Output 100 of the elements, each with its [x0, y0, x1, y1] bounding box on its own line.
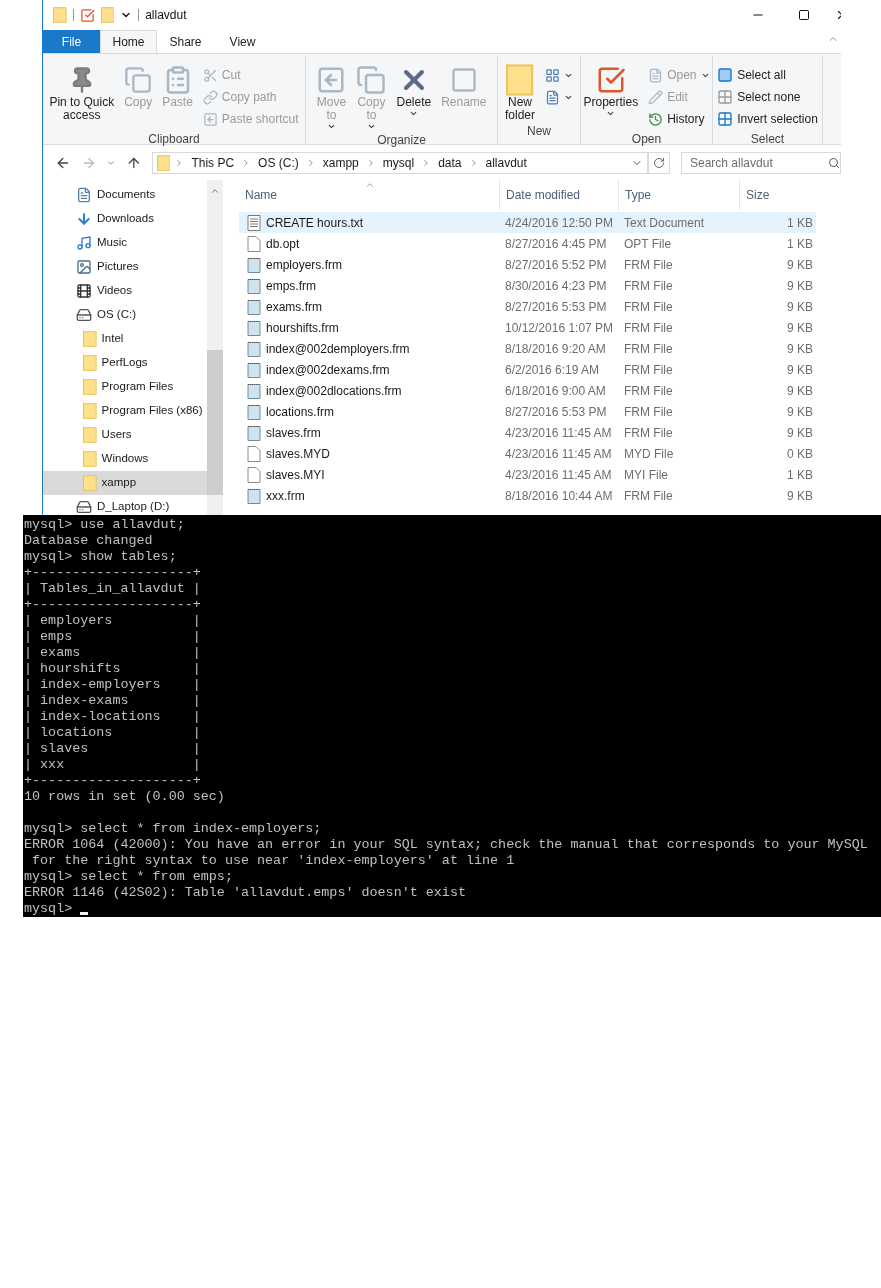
ribbon-button[interactable]: History [644, 108, 714, 130]
file-name: locations.frm [266, 403, 335, 421]
window-title: allavdut [145, 7, 187, 24]
nav-item[interactable]: Program Files (x86) [43, 399, 207, 423]
breadcrumb-item[interactable]: OS (C:) [255, 153, 302, 172]
file-row[interactable]: exams.frm 8/27/2016 5:53 PM FRM File 9 KB [239, 296, 816, 317]
folder-icon [83, 379, 97, 395]
file-row[interactable]: slaves.MYI 4/23/2016 11:45 AM MYI File 1 KB [239, 464, 816, 485]
file-row[interactable]: slaves.MYD 4/23/2016 11:45 AM MYD File 0 KB [239, 443, 816, 464]
file-row[interactable]: emps.frm 8/30/2016 4:23 PM FRM File 9 KB [239, 275, 816, 296]
ribbon-tab[interactable]: View [214, 30, 271, 53]
nav-item[interactable]: Users [43, 423, 207, 447]
terminal-line: +--------------------+ [24, 565, 201, 581]
breadcrumb-item[interactable]: xampp [319, 153, 362, 172]
file-row[interactable]: xxx.frm 8/18/2016 10:44 AM FRM File 9 KB [239, 485, 816, 506]
easy-access-icon [545, 89, 560, 105]
download-icon [76, 211, 92, 227]
file-name: index@002demployers.frm [266, 340, 410, 358]
column-header[interactable]: Type [618, 180, 739, 210]
terminal-line: mysql> show tables; [24, 549, 177, 565]
terminal-line: | locations | [24, 725, 201, 741]
terminal-line: | hourshifts | [24, 661, 201, 677]
nav-item[interactable]: Videos [43, 279, 207, 303]
blank-file-icon [247, 445, 261, 462]
file-tab[interactable]: File [43, 30, 100, 53]
nav-item[interactable]: Downloads [43, 207, 207, 231]
ribbon-tab[interactable]: Home [100, 30, 157, 53]
nav-item[interactable]: Music [43, 231, 207, 255]
nav-item[interactable]: D_Laptop (D:) [43, 495, 207, 515]
blank-file-icon [247, 235, 261, 252]
file-name: emps.frm [266, 277, 316, 295]
nav-item[interactable]: OS (C:) [43, 303, 207, 327]
breadcrumb-item[interactable]: This PC [188, 153, 238, 172]
blank-file-icon [247, 466, 261, 483]
nav-item[interactable]: Program Files [43, 375, 207, 399]
ribbon-button[interactable]: Select all [713, 64, 822, 86]
file-row[interactable]: locations.frm 8/27/2016 5:53 PM FRM File 9 KB [239, 401, 816, 422]
breadcrumb-item[interactable]: mysql [379, 153, 418, 172]
data-file-icon [247, 298, 261, 315]
group-label: Clipboard [147, 131, 201, 148]
terminal-line: +--------------------+ [24, 773, 201, 789]
ribbon-tab[interactable]: Share [157, 30, 214, 53]
ribbon-button[interactable]: New folder [501, 60, 539, 122]
ribbon-button[interactable]: Pin to Quick access [45, 60, 119, 122]
file-name: xxx.frm [266, 487, 305, 505]
file-row[interactable]: hourshifts.frm 10/12/2016 1:07 PM FRM File 9 KB [239, 317, 816, 338]
data-file-icon [247, 277, 261, 294]
ribbon-button[interactable]: Properties [579, 60, 643, 118]
column-header[interactable]: Name [239, 180, 499, 210]
file-row[interactable]: employers.frm 8/27/2016 5:52 PM FRM File 9 KB [239, 254, 816, 275]
file-name: index@002dexams.frm [266, 361, 390, 379]
ribbon-button[interactable]: Invert selection [713, 108, 822, 130]
ribbon-button[interactable]: Delete [392, 60, 436, 118]
nav-item[interactable]: Windows [43, 447, 207, 471]
scroll-up-icon[interactable] [210, 186, 220, 196]
nav-item[interactable]: Pictures [43, 255, 207, 279]
copy-icon [356, 65, 387, 95]
size-cell-text: 9 KB [786, 487, 813, 505]
nav-item[interactable]: PerfLogs [43, 351, 207, 375]
size-cell-text: 1 KB [786, 235, 813, 253]
date-cell-text: 4/23/2016 11:45 AM [504, 445, 613, 463]
file-name: CREATE hours.txt [266, 214, 364, 232]
type-cell-text: FRM File [623, 277, 674, 295]
search-field[interactable]: Search allavdut [681, 151, 841, 174]
type-cell-text: FRM File [623, 256, 674, 274]
file-row[interactable]: CREATE hours.txt 4/24/2016 12:50 PM Text Document 1 KB [239, 212, 816, 233]
size-cell-text: 1 KB [786, 466, 813, 484]
type-cell-text: FRM File [623, 424, 674, 442]
address-bar[interactable]: This PC OS (C:) xampp mysql data allavdut [151, 151, 649, 174]
nav-item[interactable]: Intel [43, 327, 207, 351]
terminal-line: | index-exams | [24, 693, 201, 709]
size-cell-text: 9 KB [786, 403, 813, 421]
file-row[interactable]: slaves.frm 4/23/2016 11:45 AM FRM File 9 KB [239, 422, 816, 443]
file-row[interactable]: db.opt 8/27/2016 4:45 PM OPT File 1 KB [239, 233, 816, 254]
breadcrumb-item[interactable]: data [435, 153, 465, 172]
nav-item[interactable]: xampp [43, 471, 207, 495]
file-row[interactable]: index@002dlocations.frm 6/18/2016 9:00 AM FRM File 9 KB [239, 380, 816, 401]
ribbon-button[interactable]: Select none [713, 86, 822, 108]
file-row[interactable]: index@002dexams.frm 6/2/2016 6:19 AM FRM File 9 KB [239, 359, 816, 380]
size-cell-text: 9 KB [786, 298, 813, 316]
file-row[interactable]: index@002demployers.frm 8/18/2016 9:20 AM FRM File 9 KB [239, 338, 816, 359]
folder-icon [83, 355, 97, 371]
type-cell-text: FRM File [623, 298, 674, 316]
terminal-line: | index-locations | [24, 709, 201, 725]
path-icon [202, 89, 218, 105]
scrollbar-thumb[interactable] [207, 350, 223, 495]
group-label: Select [749, 131, 786, 148]
scrollbar[interactable] [207, 180, 223, 515]
properties-icon[interactable] [79, 7, 95, 23]
breadcrumb-item[interactable]: allavdut [482, 153, 530, 172]
folder-icon [83, 475, 97, 491]
invert-selection-icon [717, 111, 734, 127]
column-header[interactable]: Size [739, 180, 819, 210]
terminal-line: mysql> select * from index-employers; [24, 821, 322, 837]
refresh-button[interactable] [648, 151, 670, 174]
terminal-line: mysql> use allavdut; [24, 517, 185, 533]
terminal-line: ERROR 1064 (42000): You have an error in your SQL syntax; check the manual that corresponds to your MySQL [24, 837, 868, 853]
column-header[interactable]: Date modified [499, 180, 618, 210]
size-cell-text: 9 KB [786, 340, 813, 358]
nav-item[interactable]: Documents [43, 183, 207, 207]
